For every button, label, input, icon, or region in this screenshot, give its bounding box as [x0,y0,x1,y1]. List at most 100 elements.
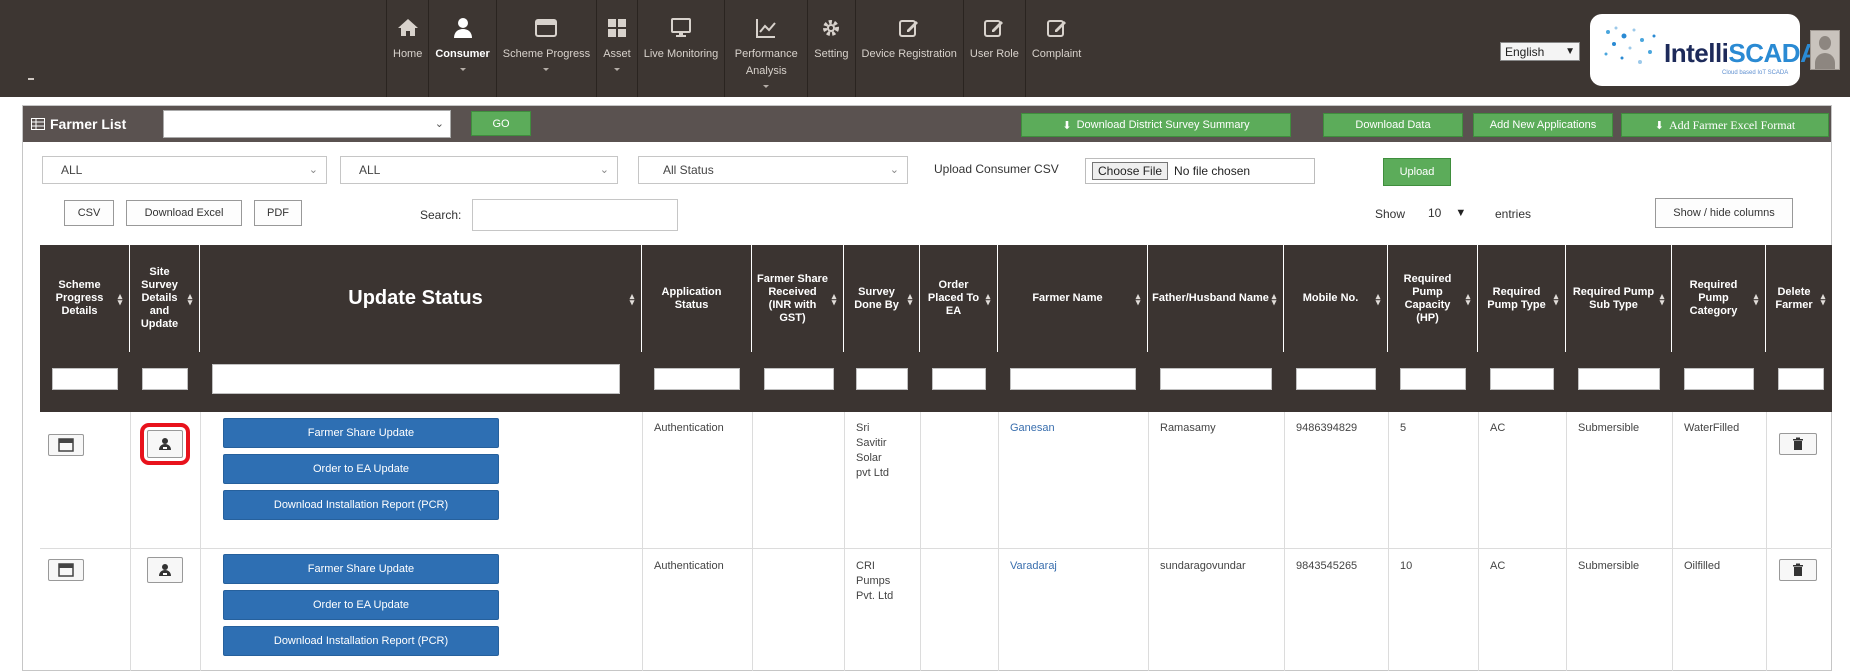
filter-input-delete[interactable] [1778,368,1824,390]
nav-live-monitoring[interactable]: Live Monitoring [638,0,726,97]
header-update-status-label: Update Status [348,287,483,309]
nav-device-registration-label: Device Registration [861,48,957,60]
nav-consumer[interactable]: Consumer [429,0,497,97]
header-farmer-share[interactable]: Farmer Share Received (INR with GST) ▴ ▾ [752,245,844,352]
header-order-placed-label: Order Placed To EA [927,279,980,317]
filter-input-application-status[interactable] [654,368,740,390]
grid-icon [607,19,626,37]
edit-icon [899,20,919,37]
nav-home[interactable]: Home [386,0,430,97]
header-mobile[interactable]: Mobile No. ▴ ▾ [1284,245,1388,352]
header-father-name[interactable]: Father/Husband Name ▴ ▾ [1148,245,1284,352]
nav-complaint[interactable]: Complaint [1026,0,1088,97]
entries-select[interactable]: 10 ▼ [1418,201,1480,225]
filter-input-survey[interactable] [856,368,908,390]
status-select[interactable]: All Status ⌄ [638,156,908,184]
chevron-down-icon [613,68,620,71]
nav-asset[interactable]: Asset [597,0,638,97]
header-delete-farmer[interactable]: Delete Farmer ▴ ▾ [1766,245,1832,352]
search-input[interactable] [472,199,678,231]
header-pump-sub-type[interactable]: Required Pump Sub Type ▴ ▾ [1566,245,1672,352]
header-scheme-progress[interactable]: Scheme Progress Details ▴ ▾ [40,245,130,352]
nav-user-role[interactable]: User Role [964,0,1026,97]
filter-input-father[interactable] [1160,368,1272,390]
header-pump-sub-type-label: Required Pump Sub Type [1572,285,1655,311]
download-survey-summary-button[interactable]: ⬇ Download District Survey Summary [1021,113,1291,137]
filter-input-farmer-name[interactable] [1010,368,1136,390]
delete-farmer-button[interactable] [1779,433,1817,455]
farmer-name-link[interactable]: Varadaraj [1010,559,1057,574]
nav-setting[interactable]: Setting [808,0,856,97]
show-hide-columns-button[interactable]: Show / hide columns [1655,198,1793,228]
survey-line: Pumps [856,575,891,587]
header-pump-type[interactable]: Required Pump Type ▴ ▾ [1478,245,1566,352]
nav-performance-analysis[interactable]: Performance Analysis [725,0,809,97]
header-pump-capacity[interactable]: Required Pump Capacity (HP) ▴ ▾ [1388,245,1478,352]
farmer-share-update-button[interactable]: Farmer Share Update [223,418,499,448]
scheme-progress-button[interactable] [48,559,84,581]
header-farmer-name[interactable]: Farmer Name ▴ ▾ [998,245,1148,352]
nav-device-registration[interactable]: Device Registration [856,0,964,97]
filter-input-mobile[interactable] [1296,368,1376,390]
sort-icon: ▴ ▾ [907,290,913,307]
header-update-status[interactable]: Update Status ▴ ▾ [200,245,642,352]
download-survey-summary-label: Download District Survey Summary [1076,119,1250,131]
top-navbar: Home Consumer Scheme Progress Asset Live… [0,0,1850,97]
pdf-button[interactable]: PDF [254,200,302,226]
filter-input-capacity[interactable] [1400,368,1466,390]
district-select[interactable]: ⌄ [163,110,451,138]
add-farmer-excel-button[interactable]: ⬇ Add Farmer Excel Format [1621,113,1829,137]
header-site-survey[interactable]: Site Survey Details and Update ▴ ▾ [130,245,200,352]
farmer-share-update-button[interactable]: Farmer Share Update [223,554,499,584]
filter-select-2-value: ALL [359,163,381,177]
no-file-text: No file chosen [1174,164,1251,178]
filter-select-2[interactable]: ALL ⌄ [340,156,618,184]
sort-icon: ▴ ▾ [1271,290,1277,307]
nav-scheme-progress[interactable]: Scheme Progress [497,0,598,97]
filter-select-1[interactable]: ALL ⌄ [42,156,327,184]
choose-file-button[interactable]: Choose File [1092,162,1169,180]
header-application-status[interactable]: Application Status [642,245,752,352]
header-survey-done-by[interactable]: Survey Done By ▴ ▾ [844,245,920,352]
header-order-placed[interactable]: Order Placed To EA ▴ ▾ [920,245,998,352]
delete-farmer-button[interactable] [1779,559,1817,581]
filter-input-order[interactable] [932,368,986,390]
farmer-table: Scheme Progress Details ▴ ▾ Site Survey De… [40,245,1832,671]
logo-dots-icon [1604,26,1656,64]
nav-home-label: Home [393,48,423,60]
application-status: Authentication [654,422,724,434]
file-input[interactable]: Choose File No file chosen [1085,158,1315,184]
download-excel-button[interactable]: Download Excel [126,200,242,226]
farmer-name-link[interactable]: Ganesan [1010,421,1055,436]
csv-button[interactable]: CSV [64,200,114,226]
filter-input-pump-category[interactable] [1684,368,1754,390]
order-to-ea-update-button[interactable]: Order to EA Update [223,454,499,484]
father-name: sundaragovundar [1160,560,1246,572]
add-new-applications-button[interactable]: Add New Applications [1473,113,1613,137]
order-to-ea-update-button[interactable]: Order to EA Update [223,590,499,620]
header-application-status-label: Application Status [661,285,722,311]
filter-input-site[interactable] [142,368,188,390]
upload-button[interactable]: Upload [1383,158,1451,186]
site-survey-button[interactable] [147,557,183,583]
avatar[interactable] [1810,30,1840,70]
download-pcr-button[interactable]: Download Installation Report (PCR) [223,626,499,656]
col-divider [1566,412,1567,671]
filter-input-pump-type[interactable] [1490,368,1554,390]
scheme-progress-button[interactable] [48,434,84,456]
father-name: Ramasamy [1160,422,1216,434]
filter-input-pump-sub[interactable] [1578,368,1660,390]
chart-icon [756,19,777,38]
language-select[interactable]: English ▼ [1500,42,1580,61]
filter-input-scheme[interactable] [52,368,118,390]
filter-input-update-status[interactable] [212,364,620,394]
filter-input-farmer-share[interactable] [764,368,834,390]
download-data-button[interactable]: Download Data [1323,113,1463,137]
header-pump-category[interactable]: Required Pump Category ▴ ▾ [1672,245,1766,352]
download-pcr-button[interactable]: Download Installation Report (PCR) [223,490,499,520]
col-divider [642,412,643,671]
go-button[interactable]: GO [471,111,531,136]
site-survey-button[interactable] [140,423,190,465]
download-icon: ⬇ [1062,119,1072,132]
header-pump-capacity-label: Required Pump Capacity (HP) [1403,272,1452,324]
